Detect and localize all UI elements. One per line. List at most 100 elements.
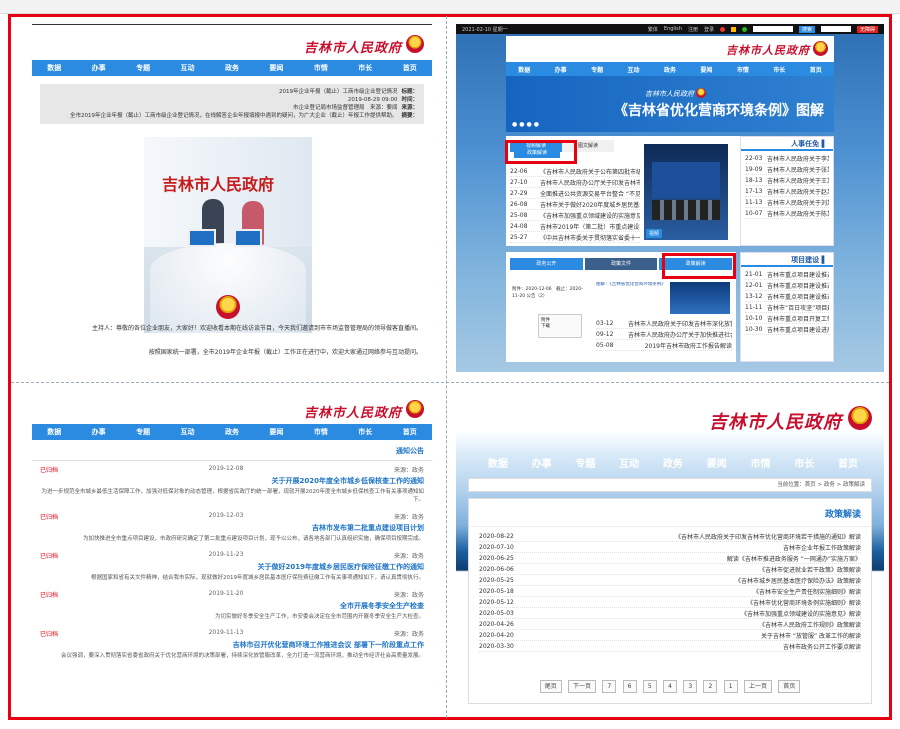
article-item[interactable]: 已归档 2019-12-03 来源：政务 吉林市发布第二批重点建设项目计划 为加…	[40, 512, 424, 543]
top-link[interactable]: 注册	[688, 26, 698, 33]
list-item[interactable]: 2020-03-30 吉林市政务公开工作要点解读	[479, 641, 861, 652]
list-item[interactable]: 10-10吉林市重点项目开复工情况通报	[745, 313, 829, 324]
top-link[interactable]: 繁体	[648, 26, 658, 33]
nav-item[interactable]: 首页	[838, 455, 858, 470]
list-item[interactable]: 2020-05-03 《吉林市加强重点领域建设的实施意见》解读	[479, 608, 861, 619]
list-item[interactable]: 11-11吉林市“百日攻坚”项目建设成效显著	[745, 302, 829, 313]
list-item[interactable]: 2020-06-06 《吉林市促进就业若干政策》政策解读	[479, 564, 861, 575]
nav-item[interactable]: 互动	[165, 63, 209, 73]
nav-item[interactable]: 要闻	[707, 455, 727, 470]
list-item[interactable]: 25-08《吉林市加强重点领域建设的实施意见》政策解读	[510, 210, 640, 221]
nav-item[interactable]: 专题	[575, 455, 595, 470]
nav-item[interactable]: 专题	[121, 63, 165, 73]
app-icon[interactable]	[730, 26, 736, 32]
article-title[interactable]: 关于做好2019年度城乡居民医疗保险征缴工作的通知	[40, 562, 424, 572]
article-item[interactable]: 已归档 2019-11-13 来源：政务 吉林市召开优化营商环境工作推进会议 部…	[40, 629, 424, 660]
list-item[interactable]: 09-12吉林市人民政府办公厅关于加快推进社会信用体系建设的实施意见	[596, 329, 732, 340]
nav-item[interactable]: 办事	[76, 63, 120, 73]
nav-item[interactable]: 要闻	[688, 65, 724, 74]
nav-item[interactable]: 市长	[794, 455, 814, 470]
list-item[interactable]: 27-29全面推进公共资源交易平台整合 “不见面”开标常态化	[510, 188, 640, 199]
nav-item[interactable]: 办事	[532, 455, 552, 470]
nav-item[interactable]: 办事	[542, 65, 578, 74]
accessibility-button[interactable]: 无障碍	[856, 25, 878, 33]
list-item[interactable]: 22-03吉林市人民政府关于李某某等同志职务任免的通知	[745, 153, 829, 164]
list-item[interactable]: 25-27《中共吉林市委关于贯彻落实省委十一届五次全会精神的决定》	[510, 232, 640, 243]
list-item[interactable]: 11-13吉林市人民政府关于刘某某等同志职务任免的通知	[745, 197, 829, 208]
nav-item[interactable]: 政务	[652, 65, 688, 74]
list-item[interactable]: 03-12吉林市人民政府关于印发吉林市深化放管服改革工作方案的通知	[596, 318, 732, 329]
nav-item[interactable]: 市情	[299, 427, 343, 437]
pager-next[interactable]: 下一页	[568, 680, 597, 693]
nav-item[interactable]: 政务	[210, 427, 254, 437]
nav-item[interactable]: 互动	[619, 455, 639, 470]
carousel-dots[interactable]: ●●●●	[512, 121, 541, 128]
nav-item[interactable]: 市长	[343, 427, 387, 437]
list-item[interactable]: 22-06《吉林市人民政府关于公布第四批市级非物质文化遗产代表性项目名录的通知》	[510, 166, 640, 177]
list-item[interactable]: 2020-07-10 吉林市企业年报工作政策解读	[479, 542, 861, 553]
search-input-2[interactable]	[820, 26, 851, 32]
tab-open-gov[interactable]: 政务公开	[510, 258, 583, 270]
pager-page[interactable]: 7	[602, 680, 617, 693]
hero-banner[interactable]: 吉林市人民政府 《吉林省优化营商环境条例》图解 ●●●●	[506, 76, 834, 132]
nav-item[interactable]: 数据	[32, 427, 76, 437]
pager-page[interactable]: 4	[663, 680, 677, 693]
list-item[interactable]: 2020-04-26 《吉林市人民政府工作规则》政策解读	[479, 619, 861, 630]
list-item[interactable]: 19-09吉林市人民政府关于张某某等同志职务任免的通知	[745, 164, 829, 175]
article-item[interactable]: 已归档 2019-12-08 来源：政务 关于开展2020年度全市城乡低保核查工…	[40, 465, 424, 504]
list-item[interactable]: 21-01吉林市重点项目建设推进情况通报（第一期）	[745, 269, 829, 280]
nav-item[interactable]: 数据	[32, 63, 76, 73]
list-item[interactable]: 24-08吉林市2019年（第二批）市重点建设项目计划	[510, 221, 640, 232]
nav-item[interactable]: 办事	[76, 427, 120, 437]
nav-item[interactable]: 要闻	[254, 427, 298, 437]
article-item[interactable]: 已归档 2019-11-20 来源：政务 全市开展冬季安全生产检查 为切实做好冬…	[40, 590, 424, 621]
nav-item[interactable]: 互动	[615, 65, 651, 74]
nav-item[interactable]: 政务	[663, 455, 683, 470]
list-item[interactable]: 2020-06-25 解读《吉林市推进政务服务 “一网通办”实施方案》	[479, 553, 861, 564]
list-item[interactable]: 27-10吉林市人民政府办公厅关于印发吉林市优化营商环境工作方案的通知	[510, 177, 640, 188]
nav-item[interactable]: 市长	[761, 65, 797, 74]
wechat-icon[interactable]	[741, 26, 747, 32]
nav-item[interactable]: 要闻	[254, 63, 298, 73]
list-item[interactable]: 10-07吉林市人民政府关于陈某某同志职务任免的通知	[745, 208, 829, 219]
list-item[interactable]: 10-30吉林市重点项目建设进展情况	[745, 324, 829, 335]
top-link[interactable]: English	[664, 26, 682, 32]
list-item[interactable]: 13-12吉林市重点项目建设推进情况通报（第三期）	[745, 291, 829, 302]
nav-item[interactable]: 市情	[725, 65, 761, 74]
nav-item[interactable]: 市情	[750, 455, 770, 470]
article-title[interactable]: 全市开展冬季安全生产检查	[40, 601, 424, 611]
tiny-item[interactable]: 下载	[541, 323, 579, 329]
pager-page[interactable]: 1	[723, 680, 738, 693]
list-item[interactable]: 17-13吉林市人民政府关于赵某某等同志职务任免的通知	[745, 186, 829, 197]
pager-first[interactable]: 首页	[778, 680, 801, 693]
weibo-icon[interactable]	[719, 26, 725, 32]
list-item[interactable]: 2020-08-22 《吉林市人民政府关于印发吉林市优化营商环境若干措施的通知》解…	[479, 531, 861, 542]
search-input[interactable]	[752, 26, 793, 32]
pager-page[interactable]: 6	[622, 680, 637, 693]
nav-item[interactable]: 首页	[798, 65, 834, 74]
nav-item[interactable]: 政务	[210, 63, 254, 73]
list-item[interactable]: 18-13吉林市人民政府关于王某某同志职务任免的通知	[745, 175, 829, 186]
search-button[interactable]: 搜索	[798, 25, 815, 33]
nav-item[interactable]: 数据	[506, 65, 542, 74]
nav-item[interactable]: 专题	[579, 65, 615, 74]
top-link[interactable]: 登录	[704, 26, 714, 33]
pill-label[interactable]: 图解：《吉林省优化营商环境条例》	[596, 282, 666, 294]
list-item[interactable]: 2020-04-20 关于吉林市 “放管服” 改革工作的解读	[479, 630, 861, 641]
list-item[interactable]: 2020-05-12 《吉林市优化营商环境条例实施细则》解读	[479, 597, 861, 608]
pager-page[interactable]: 5	[642, 680, 657, 693]
nav-item[interactable]: 首页	[388, 427, 432, 437]
article-title[interactable]: 吉林市发布第二批重点建设项目计划	[40, 523, 424, 533]
nav-item[interactable]: 市长	[343, 63, 387, 73]
nav-item[interactable]: 首页	[388, 63, 432, 73]
pager-page[interactable]: 3	[683, 680, 698, 693]
article-item[interactable]: 已归档 2019-11-23 来源：政务 关于做好2019年度城乡居民医疗保险征…	[40, 551, 424, 582]
nav-item[interactable]: 专题	[121, 427, 165, 437]
article-title[interactable]: 吉林市召开优化营商环境工作推进会议 部署下一阶段重点工作	[40, 640, 424, 650]
list-item[interactable]: 2020-05-18 《吉林市安全生产责任制实施细则》解读	[479, 586, 861, 597]
article-title[interactable]: 关于开展2020年度全市城乡低保核查工作的通知	[40, 476, 424, 486]
nav-item[interactable]: 数据	[488, 455, 508, 470]
pager-last[interactable]: 尾页	[539, 680, 562, 693]
nav-item[interactable]: 市情	[299, 63, 343, 73]
list-item[interactable]: 2020-05-25 《吉林市城乡居民基本医疗保险办法》政策解读	[479, 575, 861, 586]
